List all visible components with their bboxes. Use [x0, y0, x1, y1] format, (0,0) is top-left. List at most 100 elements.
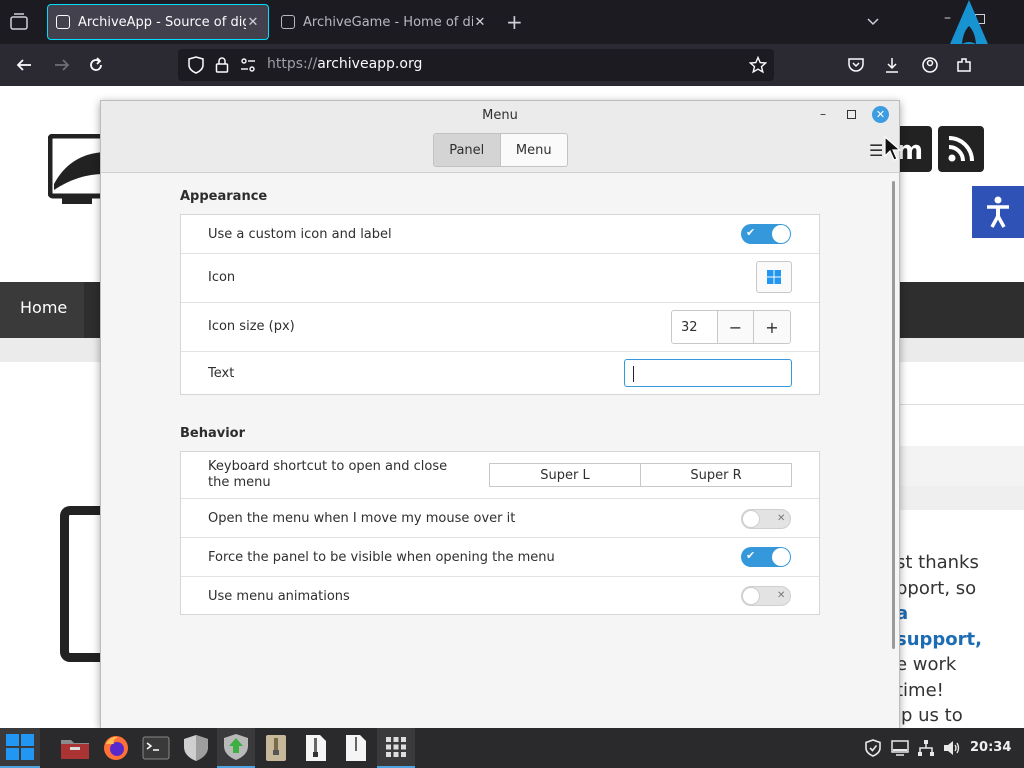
setting-row: Icon size (px) 32 − + [181, 303, 819, 352]
tab-title: ArchiveApp - Source of digit [78, 14, 246, 30]
app-grid-icon[interactable] [377, 728, 415, 768]
tab-title: ArchiveGame - Home of digi [303, 14, 473, 30]
browser-nav-bar: https://archiveapp.org [0, 44, 1024, 86]
terminal-icon[interactable] [137, 728, 175, 768]
firefox-icon[interactable] [97, 728, 135, 768]
appearance-card: Use a custom icon and label ✔ Icon Icon … [180, 214, 820, 395]
animations-label: Use menu animations [208, 589, 350, 604]
chevron-down-icon[interactable] [866, 12, 880, 31]
force-panel-label: Force the panel to be visible when openi… [208, 550, 555, 565]
tab-close-icon[interactable]: ✕ [246, 15, 260, 30]
appearance-heading: Appearance [180, 189, 268, 204]
icon-chooser-button[interactable] [756, 261, 792, 293]
setting-row: Use a custom icon and label ✔ [181, 215, 819, 254]
site-article-image [60, 506, 104, 662]
display-icon[interactable] [890, 738, 910, 758]
shortcut-label: Keyboard shortcut to open and close the … [208, 459, 448, 490]
tab-archivegame[interactable]: ArchiveGame - Home of digi ✕ [273, 4, 495, 40]
lock-icon[interactable] [210, 53, 234, 77]
tab-close-icon[interactable]: ✕ [473, 15, 487, 30]
setting-row: Use menu animations ✕ [181, 577, 819, 615]
icon-size-stepper: 32 − + [671, 310, 791, 344]
behavior-heading: Behavior [180, 426, 246, 441]
x-icon: ✕ [777, 590, 786, 601]
menu-settings-dialog: Menu – ✕ Panel Menu ☰ Appearance Use a c… [100, 100, 900, 728]
support-link[interactable]: a [896, 601, 1024, 627]
hover-open-label: Open the menu when I move my mouse over … [208, 511, 516, 526]
x-icon: ✕ [777, 513, 786, 524]
page-switcher: Panel Menu [433, 133, 568, 167]
shortcut-key-secondary[interactable]: Super R [641, 464, 791, 486]
increase-button[interactable]: + [754, 311, 790, 343]
zip-file-icon[interactable] [297, 728, 335, 768]
windows-logo-icon [6, 734, 34, 760]
dialog-title: Menu [482, 108, 518, 123]
icon-size-label: Icon size (px) [208, 319, 295, 334]
mouse-cursor-icon [884, 136, 902, 161]
icon-label: Icon [208, 270, 236, 285]
accessibility-icon[interactable] [972, 186, 1024, 238]
minimize-icon[interactable]: – [815, 107, 831, 123]
new-tab-plus-icon[interactable]: + [506, 10, 523, 34]
site-logo-icon [48, 134, 106, 204]
tab-menu[interactable]: Menu [501, 134, 568, 166]
shortcut-picker: Super L Super R [489, 463, 792, 487]
setting-row: Open the menu when I move my mouse over … [181, 499, 819, 538]
archive-manager-icon[interactable] [257, 728, 295, 768]
url-text: https://archiveapp.org [267, 56, 423, 72]
setting-row: Keyboard shortcut to open and close the … [181, 452, 819, 499]
support-link[interactable]: support, [896, 627, 1024, 653]
menu-text-field[interactable] [624, 359, 792, 387]
extensions-icon[interactable] [952, 53, 976, 77]
site-favicon-icon [281, 15, 295, 29]
site-support-text: st thanks pport, so a support, e work ti… [896, 550, 1024, 728]
text-label: Text [208, 366, 235, 381]
setting-row: Icon [181, 254, 819, 303]
close-icon[interactable]: ✕ [872, 106, 889, 123]
custom-icon-toggle[interactable]: ✔ [741, 224, 791, 244]
force-panel-toggle[interactable]: ✔ [741, 547, 791, 567]
clock[interactable]: 20:34 [970, 740, 1011, 755]
browser-tab-bar: ArchiveApp - Source of digit ✕ ArchiveGa… [0, 0, 1024, 58]
file-manager-icon[interactable] [56, 728, 94, 768]
forward-arrow-icon[interactable] [50, 53, 74, 77]
reload-icon[interactable] [84, 53, 108, 77]
rss-icon[interactable] [938, 126, 984, 172]
hamburger-menu-icon[interactable]: ☰ [869, 141, 883, 160]
tab-list-icon[interactable] [8, 11, 30, 33]
permissions-icon[interactable] [236, 53, 260, 77]
behavior-card: Keyboard shortcut to open and close the … [180, 451, 820, 615]
windows-logo-icon [767, 270, 781, 284]
check-icon: ✔ [746, 549, 756, 562]
maximize-icon[interactable] [847, 110, 856, 119]
software-updater-icon[interactable] [217, 728, 255, 768]
shield-app-icon[interactable] [177, 728, 215, 768]
custom-icon-label: Use a custom icon and label [208, 227, 392, 242]
setting-row: Force the panel to be visible when openi… [181, 538, 819, 577]
account-icon[interactable] [918, 53, 942, 77]
tab-archiveapp[interactable]: ArchiveApp - Source of digit ✕ [47, 4, 269, 40]
url-bar[interactable]: https://archiveapp.org [178, 49, 774, 81]
setting-row: Text [181, 352, 819, 395]
decrease-button[interactable]: − [718, 311, 754, 343]
site-favicon-icon [56, 15, 70, 29]
scrollbar[interactable] [892, 181, 895, 649]
pocket-icon[interactable] [844, 53, 868, 77]
nav-home-link[interactable]: Home [20, 298, 67, 317]
shortcut-key-primary[interactable]: Super L [490, 464, 641, 486]
tab-panel[interactable]: Panel [434, 134, 501, 166]
download-icon[interactable] [880, 53, 904, 77]
icon-size-value[interactable]: 32 [672, 311, 718, 343]
back-arrow-icon[interactable] [12, 53, 36, 77]
bookmark-star-icon[interactable] [746, 53, 770, 77]
dialog-header: Menu – ✕ Panel Menu ☰ [101, 101, 899, 173]
check-icon: ✔ [746, 226, 756, 239]
tracking-shield-icon[interactable] [184, 53, 208, 77]
text-file-icon[interactable] [337, 728, 375, 768]
network-icon[interactable] [916, 738, 936, 758]
animations-toggle[interactable]: ✕ [741, 586, 791, 606]
hover-open-toggle[interactable]: ✕ [741, 509, 791, 529]
start-menu-button[interactable] [0, 728, 40, 768]
security-shield-icon[interactable] [863, 738, 883, 758]
volume-icon[interactable] [942, 738, 962, 758]
